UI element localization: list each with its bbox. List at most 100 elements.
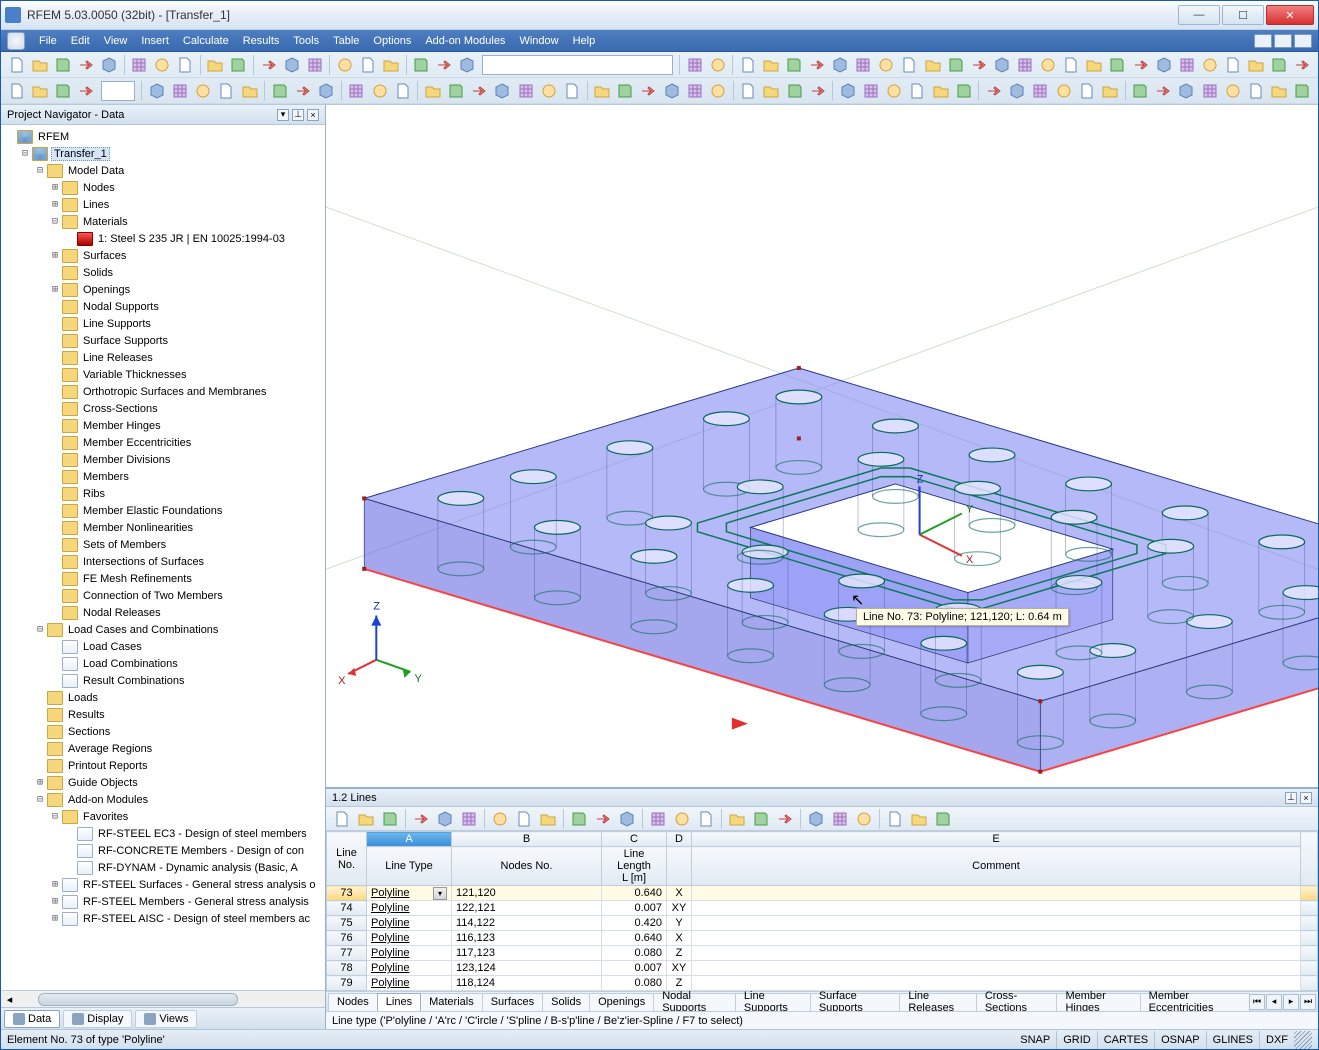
toolbar-button[interactable] [129,54,150,76]
toolbar-button[interactable] [991,54,1012,76]
tree-item[interactable]: Sections [3,723,323,740]
tree-item[interactable]: Results [3,706,323,723]
status-indicator[interactable]: DXF [1259,1031,1294,1049]
toolbar-button[interactable] [853,808,875,830]
table-tab[interactable]: Nodal Supports [653,993,736,1011]
toolbar-button[interactable] [684,54,705,76]
toolbar-button[interactable] [726,808,748,830]
toolbar-button[interactable] [750,808,772,830]
tree-item[interactable]: Load Cases [3,638,323,655]
tree-item[interactable]: Member Nonlinearities [3,519,323,536]
toolbar-button[interactable] [1084,54,1105,76]
toolbar-dropdown[interactable] [482,55,673,75]
toolbar-button[interactable] [1269,54,1290,76]
table-tab[interactable]: Surfaces [482,993,543,1011]
tree-item[interactable]: Nodal Releases [3,604,323,621]
toolbar-button[interactable] [953,80,974,102]
toolbar-button[interactable] [932,808,954,830]
tree-item[interactable]: RFEM [3,128,323,145]
menu-tools[interactable]: Tools [293,35,319,47]
tree-item[interactable]: ⊟Favorites [3,808,323,825]
status-indicator[interactable]: GLINES [1206,1031,1259,1049]
tree-item[interactable]: Nodal Supports [3,298,323,315]
table-tab[interactable]: Surface Supports [810,993,901,1011]
toolbar-small-dropdown[interactable] [101,81,136,101]
toolbar-button[interactable] [1076,80,1097,102]
toolbar-button[interactable] [1176,54,1197,76]
navigator-tree[interactable]: RFEM⊟Transfer_1⊟Model Data⊞Nodes⊞Lines⊟M… [1,125,325,990]
cell-line-type[interactable]: Polyline [367,946,452,961]
toolbar-button[interactable] [1292,54,1313,76]
toolbar-button[interactable] [983,80,1004,102]
tree-item[interactable]: RF-CONCRETE Members - Design of con [3,842,323,859]
toolbar-button[interactable] [1038,54,1059,76]
toolbar-button[interactable] [1176,80,1197,102]
toolbar-button[interactable] [269,80,290,102]
tree-item[interactable]: Member Elastic Foundations [3,502,323,519]
toolbar-button[interactable] [884,80,905,102]
toolbar-button[interactable] [830,54,851,76]
toolbar-button[interactable] [458,808,480,830]
toolbar-button[interactable] [930,80,951,102]
menu-edit[interactable]: Edit [71,35,90,47]
table-tab[interactable]: Openings [589,993,654,1011]
tree-item[interactable]: Ribs [3,485,323,502]
tree-item[interactable]: Variable Thicknesses [3,366,323,383]
toolbar-button[interactable] [1107,54,1128,76]
toolbar-button[interactable] [774,808,796,830]
toolbar-button[interactable] [410,808,432,830]
toolbar-button[interactable] [1199,54,1220,76]
toolbar-button[interactable] [1030,80,1051,102]
tree-item[interactable]: Sets of Members [3,536,323,553]
tree-item[interactable]: Surface Supports [3,332,323,349]
tree-item[interactable]: ⊟Add-on Modules [3,791,323,808]
tab-nav-button[interactable]: ⏮ [1249,994,1265,1010]
toolbar-button[interactable] [968,54,989,76]
toolbar-button[interactable] [592,808,614,830]
toolbar-button[interactable] [737,54,758,76]
toolbar-button[interactable] [1053,80,1074,102]
toolbar-button[interactable] [1269,80,1290,102]
toolbar-button[interactable] [170,80,191,102]
menu-insert[interactable]: Insert [141,35,169,47]
menu-file[interactable]: File [39,35,57,47]
table-tab[interactable]: Line Releases [899,993,976,1011]
toolbar-button[interactable] [258,54,279,76]
toolbar-button[interactable] [684,80,705,102]
toolbar-button[interactable] [761,80,782,102]
tree-item[interactable]: ⊟Model Data [3,162,323,179]
toolbar-button[interactable] [369,80,390,102]
cell-line-type[interactable]: Polyline [367,961,452,976]
cell-line-type[interactable]: Polyline [367,901,452,916]
tree-item[interactable]: Member Eccentricities [3,434,323,451]
toolbar-button[interactable] [98,54,119,76]
tree-item[interactable]: ⊟Materials [3,213,323,230]
toolbar-button[interactable] [445,80,466,102]
toolbar-button[interactable] [853,54,874,76]
tree-item[interactable]: ⊞RF-STEEL AISC - Design of steel members… [3,910,323,927]
tree-item[interactable]: ⊟Load Cases and Combinations [3,621,323,638]
toolbar-button[interactable] [6,54,27,76]
maximize-button[interactable]: ☐ [1222,5,1264,25]
menu-help[interactable]: Help [573,35,596,47]
data-grid[interactable]: LineNo.ABCDELine TypeNodes No.Line Lengt… [326,831,1318,991]
mdi-close[interactable] [1294,34,1312,48]
nav-tab-display[interactable]: Display [63,1010,132,1028]
tree-item[interactable]: Line Releases [3,349,323,366]
tree-item[interactable]: Member Divisions [3,451,323,468]
toolbar-button[interactable] [538,80,559,102]
table-tab[interactable]: Solids [542,993,590,1011]
toolbar-button[interactable] [707,54,728,76]
table-tab[interactable]: Cross-Sections [976,993,1058,1011]
toolbar-button[interactable] [907,80,928,102]
tree-item[interactable]: Result Combinations [3,672,323,689]
toolbar-button[interactable] [292,80,313,102]
toolbar-button[interactable] [807,80,828,102]
tree-item[interactable]: ⊞Lines [3,196,323,213]
toolbar-button[interactable] [1007,80,1028,102]
toolbar-button[interactable] [492,80,513,102]
tab-nav-button[interactable]: ◂ [1266,994,1282,1010]
toolbar-button[interactable] [316,80,337,102]
toolbar-button[interactable] [334,54,355,76]
toolbar-button[interactable] [1099,80,1120,102]
